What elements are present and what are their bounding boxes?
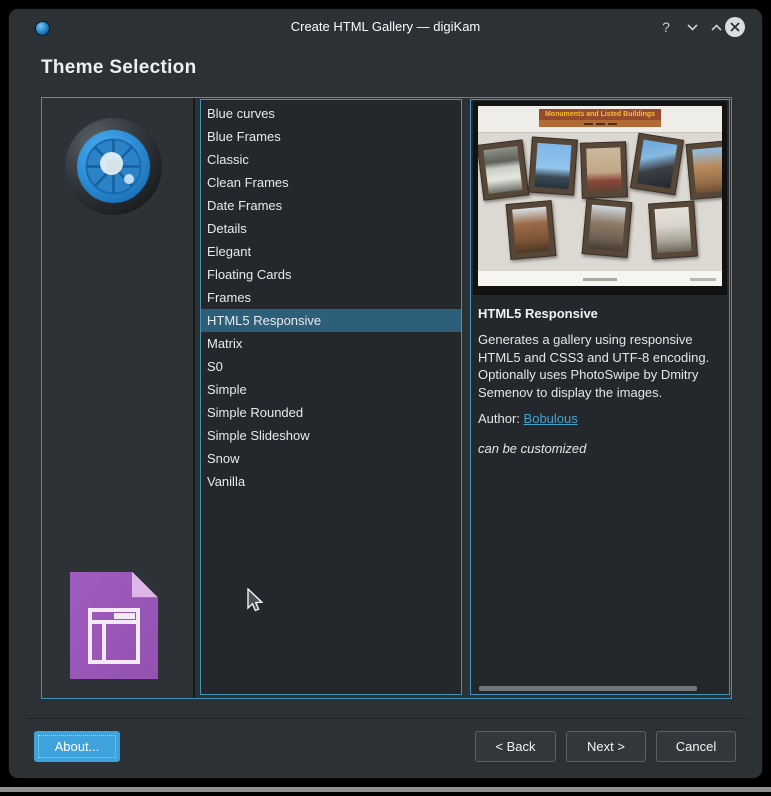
wizard-content-box: Blue curves Blue Frames Classic Clean Frame… bbox=[41, 97, 732, 699]
horizontal-scrollbar[interactable] bbox=[479, 686, 697, 691]
theme-list-item[interactable]: Matrix bbox=[201, 332, 461, 355]
theme-list-item[interactable]: HTML5 Responsive bbox=[201, 309, 461, 332]
cancel-button[interactable]: Cancel bbox=[656, 731, 736, 762]
screen-edge-strip bbox=[0, 787, 771, 792]
about-button[interactable]: About... bbox=[34, 731, 120, 762]
panel-divider bbox=[193, 98, 195, 698]
theme-note: can be customized bbox=[478, 441, 587, 456]
titlebar[interactable]: Create HTML Gallery — digiKam ? bbox=[9, 9, 762, 45]
theme-preview-image: Monuments and Listed Buildings bbox=[473, 101, 727, 295]
close-icon[interactable] bbox=[725, 17, 745, 37]
theme-list-item[interactable]: Blue Frames bbox=[201, 125, 461, 148]
next-button[interactable]: Next > bbox=[566, 731, 646, 762]
theme-list-item[interactable]: Simple bbox=[201, 378, 461, 401]
preview-gallery-caption: Monuments and Listed Buildings bbox=[544, 111, 656, 118]
theme-list-item[interactable]: Snow bbox=[201, 447, 461, 470]
theme-list-item[interactable]: Floating Cards bbox=[201, 263, 461, 286]
theme-list-item[interactable]: Details bbox=[201, 217, 461, 240]
preview-pager bbox=[538, 120, 662, 127]
minimize-icon[interactable] bbox=[681, 15, 703, 39]
preview-photo-thumbnail bbox=[528, 136, 578, 196]
preview-photo-thumbnail bbox=[581, 198, 633, 258]
theme-name: HTML5 Responsive bbox=[478, 306, 598, 321]
theme-list-item[interactable]: Simple Rounded bbox=[201, 401, 461, 424]
digikam-logo-icon bbox=[65, 118, 162, 215]
html-document-icon bbox=[70, 572, 158, 679]
theme-list-item[interactable]: Simple Slideshow bbox=[201, 424, 461, 447]
theme-list-item[interactable]: Frames bbox=[201, 286, 461, 309]
theme-list[interactable]: Blue curves Blue Frames Classic Clean Frame… bbox=[200, 99, 462, 695]
theme-author-line: Author: Bobulous bbox=[478, 411, 578, 426]
theme-list-item[interactable]: Elegant bbox=[201, 240, 461, 263]
page-title: Theme Selection bbox=[41, 57, 197, 78]
wizard-side-panel bbox=[42, 98, 193, 698]
maximize-icon[interactable] bbox=[705, 15, 727, 39]
theme-description: Generates a gallery using responsive HTM… bbox=[478, 332, 710, 400]
theme-list-item[interactable]: Blue curves bbox=[201, 102, 461, 125]
theme-list-item[interactable]: S0 bbox=[201, 355, 461, 378]
theme-list-item[interactable]: Classic bbox=[201, 148, 461, 171]
dialog-window: Create HTML Gallery — digiKam ? Theme Se… bbox=[8, 8, 763, 779]
theme-list-item[interactable]: Clean Frames bbox=[201, 171, 461, 194]
preview-footer bbox=[478, 270, 722, 286]
back-button[interactable]: < Back bbox=[475, 731, 556, 762]
preview-photo-grid bbox=[478, 132, 722, 260]
theme-details-panel: Monuments and Listed Buildings HTML5 Res… bbox=[470, 99, 730, 695]
author-link[interactable]: Bobulous bbox=[524, 411, 578, 426]
preview-photo-thumbnail bbox=[685, 140, 722, 200]
theme-list-item[interactable]: Vanilla bbox=[201, 470, 461, 493]
preview-photo-thumbnail bbox=[580, 141, 628, 199]
preview-photo-thumbnail bbox=[648, 200, 698, 260]
preview-photo-thumbnail bbox=[505, 200, 557, 260]
theme-list-item[interactable]: Date Frames bbox=[201, 194, 461, 217]
preview-photo-thumbnail bbox=[478, 139, 530, 201]
window-title: Create HTML Gallery — digiKam bbox=[290, 19, 481, 34]
author-label: Author: bbox=[478, 411, 520, 426]
preview-photo-thumbnail bbox=[629, 132, 685, 196]
footer-separator bbox=[25, 718, 748, 719]
help-icon[interactable]: ? bbox=[655, 15, 677, 39]
